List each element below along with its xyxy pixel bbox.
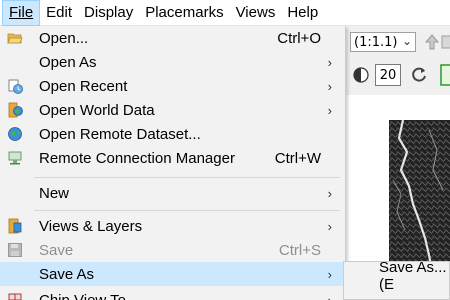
menu-item-views-layers[interactable]: Views & Layers › (0, 214, 345, 238)
terrain-texture (389, 120, 450, 265)
menu-edit-label: Edit (46, 4, 73, 21)
menu-item-label: Open Recent (39, 77, 128, 95)
chevron-right-icon: › (327, 266, 332, 282)
menu-item-label: New (39, 184, 70, 202)
save-disk-icon (8, 243, 22, 257)
menu-item-open-recent[interactable]: Open Recent › (0, 74, 345, 98)
menu-item-label: Open... (39, 29, 89, 47)
menu-item-chip-view-to[interactable]: Chip View To › (0, 288, 345, 300)
contrast-icon[interactable] (353, 67, 369, 83)
refresh-icon[interactable] (410, 66, 428, 84)
contrast-value: 20 (379, 67, 397, 83)
globe-icon (8, 127, 22, 141)
contrast-input[interactable]: 20 (375, 64, 401, 86)
toolbar-icon[interactable] (440, 32, 450, 52)
world-data-icon (8, 102, 23, 118)
menu-item-shortcut: Ctrl+S (278, 241, 321, 259)
chevron-right-icon: › (327, 102, 332, 118)
menu-separator (34, 210, 340, 211)
chip-view-icon (8, 293, 22, 300)
menu-item-remote-connection-manager[interactable]: Remote Connection Manager Ctrl+W (0, 146, 345, 170)
menu-item-label: Save As (39, 265, 95, 283)
menu-item-label: Open As (39, 53, 97, 71)
menu-item-open-as[interactable]: Open As › (0, 50, 345, 74)
menu-help-label: Help (287, 4, 319, 21)
menu-item-new[interactable]: New › (0, 181, 345, 205)
menu-placemarks[interactable]: Placemarks (139, 0, 229, 26)
menu-help[interactable]: Help (281, 0, 324, 26)
up-arrow-icon[interactable] (422, 32, 442, 52)
chevron-right-icon: › (327, 218, 332, 234)
menu-file[interactable]: File (2, 0, 41, 26)
menu-display[interactable]: Display (78, 0, 139, 26)
file-menu: Open... Ctrl+O Open As › Open Recent › O… (0, 26, 346, 300)
menu-item-open-remote-dataset[interactable]: Open Remote Dataset... (0, 122, 345, 146)
menu-item-label: Save As... (E (379, 259, 447, 293)
menu-edit[interactable]: Edit (40, 0, 78, 26)
save-as-submenu: Save As... (E (343, 259, 450, 300)
zoom-select[interactable]: (1:1.1) ⌄ (350, 32, 416, 52)
zoom-value: (1:1.1) (354, 34, 398, 50)
chevron-right-icon: › (327, 292, 332, 300)
folder-open-icon (7, 33, 23, 44)
menu-item-label: Chip View To (39, 291, 126, 300)
menu-item-save[interactable]: Save Ctrl+S (0, 238, 345, 262)
terrain-image (389, 120, 450, 265)
layers-book-icon (8, 218, 22, 234)
menu-display-label: Display (84, 4, 134, 21)
menu-item-label: Open World Data (39, 101, 155, 119)
menu-item-save-as[interactable]: Save As › (0, 262, 345, 286)
submenu-item-save-as[interactable]: Save As... (E (344, 259, 450, 293)
menu-item-label: Views & Layers (39, 217, 143, 235)
chevron-right-icon: › (327, 185, 332, 201)
menu-item-label: Remote Connection Manager (39, 149, 235, 167)
chevron-right-icon: › (327, 54, 332, 70)
menu-item-label: Save (39, 241, 74, 259)
menu-item-label: Open Remote Dataset... (39, 125, 201, 143)
menu-views-label: Views (235, 4, 276, 21)
menu-item-shortcut: Ctrl+W (274, 149, 321, 167)
menu-item-shortcut: Ctrl+O (277, 29, 321, 47)
recent-files-icon (8, 79, 23, 94)
server-icon (8, 151, 22, 165)
menu-file-label: File (9, 4, 34, 21)
menu-views[interactable]: Views (230, 0, 282, 26)
menu-placemarks-label: Placemarks (145, 4, 224, 21)
layer-icon[interactable] (440, 64, 450, 86)
menu-item-open-world-data[interactable]: Open World Data › (0, 98, 345, 122)
menu-item-open[interactable]: Open... Ctrl+O (0, 26, 345, 50)
chevron-right-icon: › (327, 78, 332, 94)
menu-separator (34, 177, 340, 178)
chevron-down-icon: ⌄ (401, 34, 412, 48)
menu-bar: File Edit Display Placemarks Views Help (0, 0, 450, 26)
